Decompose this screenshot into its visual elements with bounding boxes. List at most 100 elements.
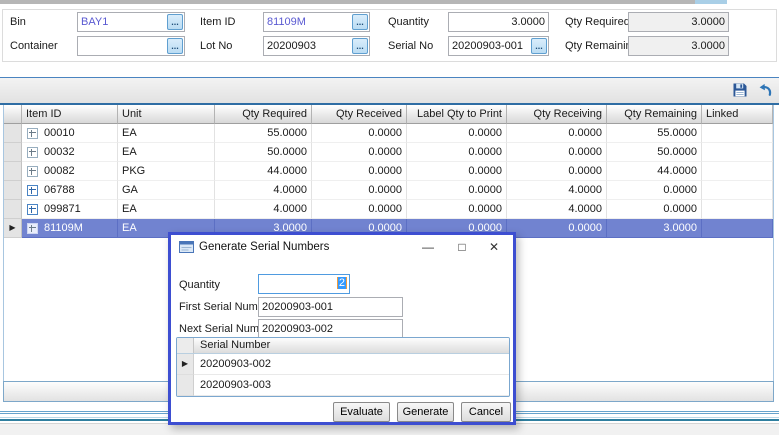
serial-number-cell[interactable]: 20200903-002 xyxy=(194,354,509,375)
table-cell[interactable] xyxy=(702,162,773,181)
serial-row[interactable]: 20200903-003 xyxy=(177,375,509,396)
table-cell[interactable]: 0.0000 xyxy=(312,124,407,143)
table-cell[interactable]: 0.0000 xyxy=(507,124,607,143)
container-input[interactable] xyxy=(78,37,166,55)
bin-lookup-button[interactable]: ... xyxy=(167,14,183,30)
expand-icon[interactable] xyxy=(27,128,38,139)
column-header-qty-required[interactable]: Qty Required xyxy=(215,105,312,124)
table-cell[interactable]: 3.0000 xyxy=(607,219,702,238)
table-row[interactable]: 00010EA55.00000.00000.00000.000055.0000 xyxy=(4,124,773,143)
table-cell[interactable]: 0.0000 xyxy=(507,162,607,181)
grid-toolbar xyxy=(0,77,779,103)
undo-button[interactable] xyxy=(755,82,774,100)
serial-no-input[interactable] xyxy=(449,37,530,55)
first-serial-input[interactable] xyxy=(259,298,402,316)
row-selector[interactable] xyxy=(4,143,22,162)
row-selector[interactable] xyxy=(4,162,22,181)
next-serial-input[interactable] xyxy=(259,320,402,338)
table-cell[interactable]: 55.0000 xyxy=(215,124,312,143)
table-cell[interactable]: 0.0000 xyxy=(312,143,407,162)
table-cell[interactable]: 00010 xyxy=(22,124,118,143)
table-cell[interactable]: 0.0000 xyxy=(312,181,407,200)
serial-number-cell[interactable]: 20200903-003 xyxy=(194,375,509,396)
column-header-qty-received[interactable]: Qty Received xyxy=(312,105,407,124)
table-cell[interactable]: 0.0000 xyxy=(407,181,507,200)
serial-row-selector[interactable]: ▶ xyxy=(177,354,194,375)
table-cell[interactable] xyxy=(702,219,773,238)
table-cell[interactable]: PKG xyxy=(118,162,215,181)
table-cell[interactable]: 44.0000 xyxy=(607,162,702,181)
table-cell[interactable] xyxy=(702,124,773,143)
bin-input[interactable] xyxy=(78,13,166,31)
expand-icon[interactable] xyxy=(27,166,38,177)
lot-no-lookup-button[interactable]: ... xyxy=(352,38,368,54)
row-selector[interactable] xyxy=(4,200,22,219)
table-cell[interactable]: 06788 xyxy=(22,181,118,200)
table-cell[interactable]: 00032 xyxy=(22,143,118,162)
row-selector[interactable] xyxy=(4,181,22,200)
table-cell[interactable]: 0.0000 xyxy=(312,162,407,181)
lot-no-input[interactable] xyxy=(264,37,351,55)
table-cell[interactable]: 0.0000 xyxy=(407,143,507,162)
table-cell[interactable]: EA xyxy=(118,143,215,162)
row-selector[interactable] xyxy=(4,124,22,143)
dialog-quantity-field[interactable]: 2 xyxy=(258,274,350,294)
table-cell[interactable]: 4.0000 xyxy=(215,181,312,200)
table-row[interactable]: 06788GA4.00000.00000.00004.00000.0000 xyxy=(4,181,773,200)
cancel-button[interactable]: Cancel xyxy=(461,402,511,422)
table-cell[interactable]: 50.0000 xyxy=(215,143,312,162)
table-cell[interactable]: EA xyxy=(118,124,215,143)
table-cell[interactable]: EA xyxy=(118,200,215,219)
quantity-input[interactable] xyxy=(449,13,548,31)
minimize-button[interactable]: — xyxy=(415,238,441,257)
row-selector[interactable]: ▶ xyxy=(4,219,22,238)
table-cell[interactable]: 0.0000 xyxy=(607,200,702,219)
column-header-label-qty-to-print[interactable]: Label Qty to Print xyxy=(407,105,507,124)
column-header-unit[interactable]: Unit xyxy=(118,105,215,124)
column-header-qty-remaining[interactable]: Qty Remaining xyxy=(607,105,702,124)
table-cell[interactable]: 4.0000 xyxy=(507,181,607,200)
column-header-linked[interactable]: Linked xyxy=(702,105,773,124)
evaluate-button[interactable]: Evaluate xyxy=(333,402,390,422)
maximize-button[interactable]: □ xyxy=(449,238,475,257)
expand-icon[interactable] xyxy=(27,223,38,234)
expand-icon[interactable] xyxy=(27,185,38,196)
table-cell[interactable]: 0.0000 xyxy=(407,124,507,143)
dialog-titlebar[interactable]: Generate Serial Numbers — □ ✕ xyxy=(171,235,513,260)
table-cell[interactable]: 0.0000 xyxy=(312,200,407,219)
serial-row-selector[interactable] xyxy=(177,375,194,396)
item-id-input[interactable] xyxy=(264,13,351,31)
table-cell[interactable]: 55.0000 xyxy=(607,124,702,143)
serial-number-column-header[interactable]: Serial Number xyxy=(194,338,509,353)
column-header-qty-receiving[interactable]: Qty Receiving xyxy=(507,105,607,124)
table-cell[interactable]: 0.0000 xyxy=(407,162,507,181)
table-cell[interactable]: 50.0000 xyxy=(607,143,702,162)
table-row[interactable]: 00032EA50.00000.00000.00000.000050.0000 xyxy=(4,143,773,162)
table-cell[interactable]: 4.0000 xyxy=(507,200,607,219)
table-cell[interactable]: 099871 xyxy=(22,200,118,219)
table-row[interactable]: 099871EA4.00000.00000.00004.00000.0000 xyxy=(4,200,773,219)
expand-icon[interactable] xyxy=(27,204,38,215)
table-cell[interactable]: 00082 xyxy=(22,162,118,181)
column-header-item-id[interactable]: Item ID xyxy=(22,105,118,124)
table-row[interactable]: 00082PKG44.00000.00000.00000.000044.0000 xyxy=(4,162,773,181)
serial-row[interactable]: ▶20200903-002 xyxy=(177,354,509,375)
save-button[interactable] xyxy=(730,82,749,100)
table-cell[interactable]: 4.0000 xyxy=(215,200,312,219)
table-cell[interactable] xyxy=(702,143,773,162)
table-cell[interactable] xyxy=(702,181,773,200)
table-cell[interactable]: 0.0000 xyxy=(407,200,507,219)
table-cell[interactable]: 44.0000 xyxy=(215,162,312,181)
close-button[interactable]: ✕ xyxy=(481,238,507,257)
generate-button[interactable]: Generate xyxy=(397,402,454,422)
table-cell[interactable]: 0.0000 xyxy=(607,181,702,200)
serial-no-lookup-button[interactable]: ... xyxy=(531,38,547,54)
item-id-lookup-button[interactable]: ... xyxy=(352,14,368,30)
table-cell[interactable] xyxy=(702,200,773,219)
table-cell[interactable]: GA xyxy=(118,181,215,200)
expand-icon[interactable] xyxy=(27,147,38,158)
table-cell[interactable]: 81109M xyxy=(22,219,118,238)
table-cell[interactable]: 0.0000 xyxy=(507,219,607,238)
container-lookup-button[interactable]: ... xyxy=(167,38,183,54)
table-cell[interactable]: 0.0000 xyxy=(507,143,607,162)
